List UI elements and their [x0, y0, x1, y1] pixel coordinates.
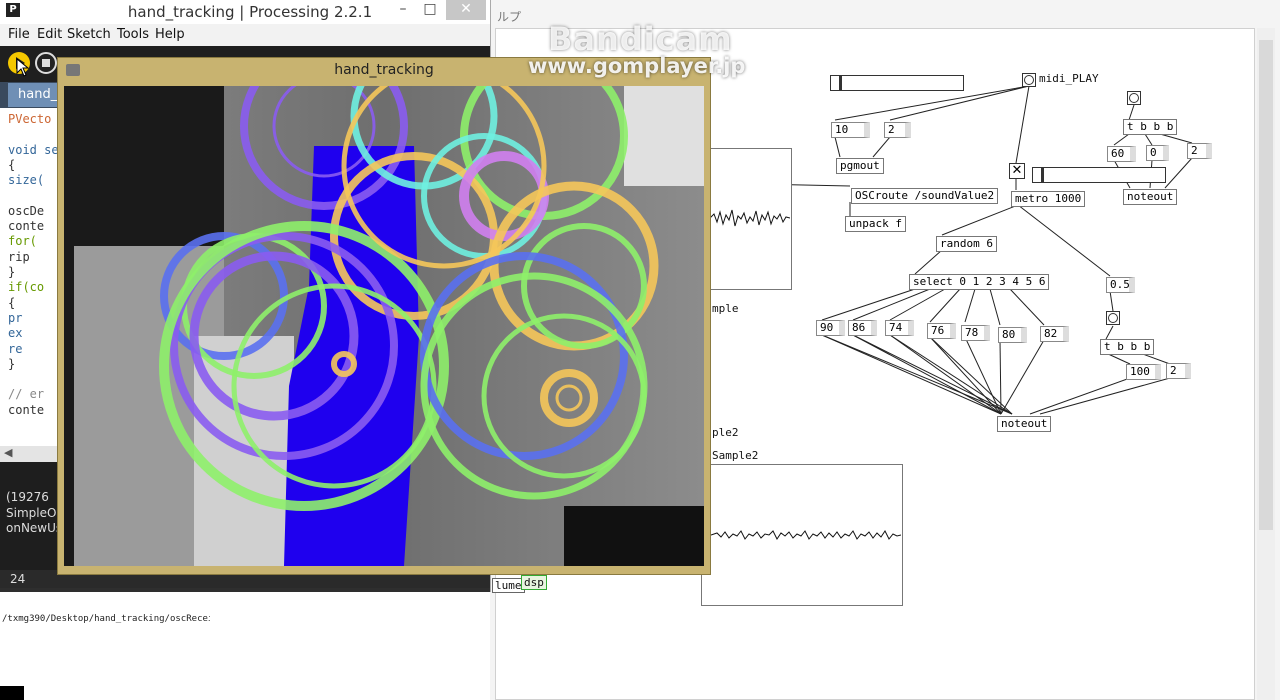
code-line: void se: [8, 142, 59, 157]
pd-number-60[interactable]: 60: [1107, 146, 1136, 162]
pd-volume-object[interactable]: lume: [492, 578, 525, 593]
pd-object-noteout-main[interactable]: noteout: [997, 416, 1052, 432]
pd-bang-right[interactable]: [1127, 91, 1141, 105]
scroll-left-arrow-icon[interactable]: ◀: [4, 446, 12, 459]
processing-app-icon: P: [6, 3, 20, 17]
pd-hslider-volume[interactable]: [1032, 167, 1166, 183]
menu-tools[interactable]: Tools: [117, 27, 149, 42]
pd-bang-midi-play[interactable]: [1022, 73, 1036, 87]
menu-help[interactable]: Help: [155, 27, 185, 42]
pd-array-label-2: ple2: [712, 426, 739, 439]
code-line: conte: [8, 219, 45, 234]
pd-object-metro[interactable]: metro 1000: [1011, 191, 1086, 207]
maximize-button[interactable]: □: [420, 0, 440, 20]
code-line: }: [8, 356, 16, 371]
pd-number-86[interactable]: 86: [848, 320, 877, 336]
pd-array-waveform-2: [711, 530, 901, 540]
code-line: }: [8, 265, 16, 279]
code-line: ex: [8, 326, 23, 341]
code-line: oscDe: [8, 203, 45, 218]
watermark-url: www.gomplayer.jp: [528, 54, 746, 78]
pd-number-100[interactable]: 100: [1126, 364, 1161, 380]
mouse-cursor-icon: [16, 58, 30, 77]
pd-number-0-5[interactable]: 0.5: [1106, 277, 1135, 293]
code-line: for(: [8, 234, 37, 249]
code-line: // er: [8, 387, 45, 402]
file-path-pane: [0, 592, 211, 700]
pd-object-select[interactable]: select 0 1 2 3 4 5 6: [909, 274, 1050, 290]
pd-array-waveform-1: [710, 209, 790, 227]
pd-label-midi-play: midi_PLAY: [1039, 72, 1099, 85]
ide-window-title: hand_tracking | Processing 2.2.1: [127, 3, 373, 21]
pd-number-82[interactable]: 82: [1040, 326, 1069, 342]
minimize-button[interactable]: –: [393, 0, 413, 20]
pd-object-pgmout[interactable]: pgmout: [836, 158, 884, 174]
pd-object-random[interactable]: random 6: [936, 236, 997, 252]
pd-number-2-lower[interactable]: 2: [1166, 363, 1191, 379]
depth-scene: [64, 86, 704, 566]
pd-array-label-1: mple: [712, 302, 739, 315]
code-line: if(co: [8, 280, 45, 295]
code-line: re: [8, 341, 23, 356]
pd-object-unpack[interactable]: unpack f: [845, 216, 906, 232]
pd-object-tbbb-upper[interactable]: t b b b: [1123, 119, 1178, 135]
pd-number-76[interactable]: 76: [927, 323, 956, 339]
depth-bright-patch: [624, 86, 704, 186]
pd-object-tbbb-lower[interactable]: t b b b: [1100, 339, 1155, 355]
pd-number-0[interactable]: 0: [1146, 145, 1169, 161]
code-line: {: [8, 295, 16, 310]
pd-bang-lower[interactable]: [1106, 311, 1120, 325]
pd-number-2-right[interactable]: 2: [1187, 143, 1212, 159]
console-line: (19276: [6, 490, 49, 504]
pd-object-oscroute[interactable]: OSCroute /soundValue2: [851, 188, 999, 204]
console-line: onNewUs: [6, 521, 63, 535]
taskbar-chip: [0, 686, 24, 700]
code-line: size(: [8, 173, 45, 188]
console-line: SimpleO: [6, 506, 57, 520]
watermark-bandicam: Bandicam: [548, 20, 733, 58]
pd-number-74[interactable]: 74: [885, 320, 914, 336]
code-line: rip: [8, 249, 30, 264]
code-line: pr: [8, 310, 23, 325]
close-button[interactable]: ✕: [446, 0, 486, 20]
pd-dsp-toggle[interactable]: dsp: [521, 575, 547, 590]
editor-horizontal-scrollbar[interactable]: ◀: [0, 446, 60, 462]
pd-console-pane: [210, 592, 490, 700]
pd-object-noteout-right[interactable]: noteout: [1123, 189, 1178, 205]
code-line: conte: [8, 402, 45, 417]
pd-number-2[interactable]: 2: [884, 122, 911, 138]
depth-shadow-bottom: [564, 506, 704, 566]
pd-number-80[interactable]: 80: [998, 327, 1027, 343]
pd-array-title-sample2: Sample2: [712, 449, 759, 462]
code-line: {: [8, 157, 16, 172]
menu-file[interactable]: File: [8, 27, 30, 42]
stop-icon: [42, 59, 50, 67]
menu-sketch[interactable]: Sketch: [67, 27, 111, 42]
pd-hslider-top[interactable]: [830, 75, 964, 91]
file-path-text: /txmg390/Desktop/hand_tracking/oscReceiv…: [2, 614, 241, 624]
pd-number-10[interactable]: 10: [831, 122, 870, 138]
pd-number-90[interactable]: 90: [816, 320, 845, 336]
depth-camera-canvas[interactable]: [64, 86, 704, 566]
pd-toggle-metro[interactable]: ✕: [1009, 163, 1025, 179]
stop-button[interactable]: [35, 52, 57, 74]
pd-number-78[interactable]: 78: [961, 325, 990, 341]
code-line: PVecto: [8, 112, 52, 126]
menu-edit[interactable]: Edit: [37, 27, 62, 42]
